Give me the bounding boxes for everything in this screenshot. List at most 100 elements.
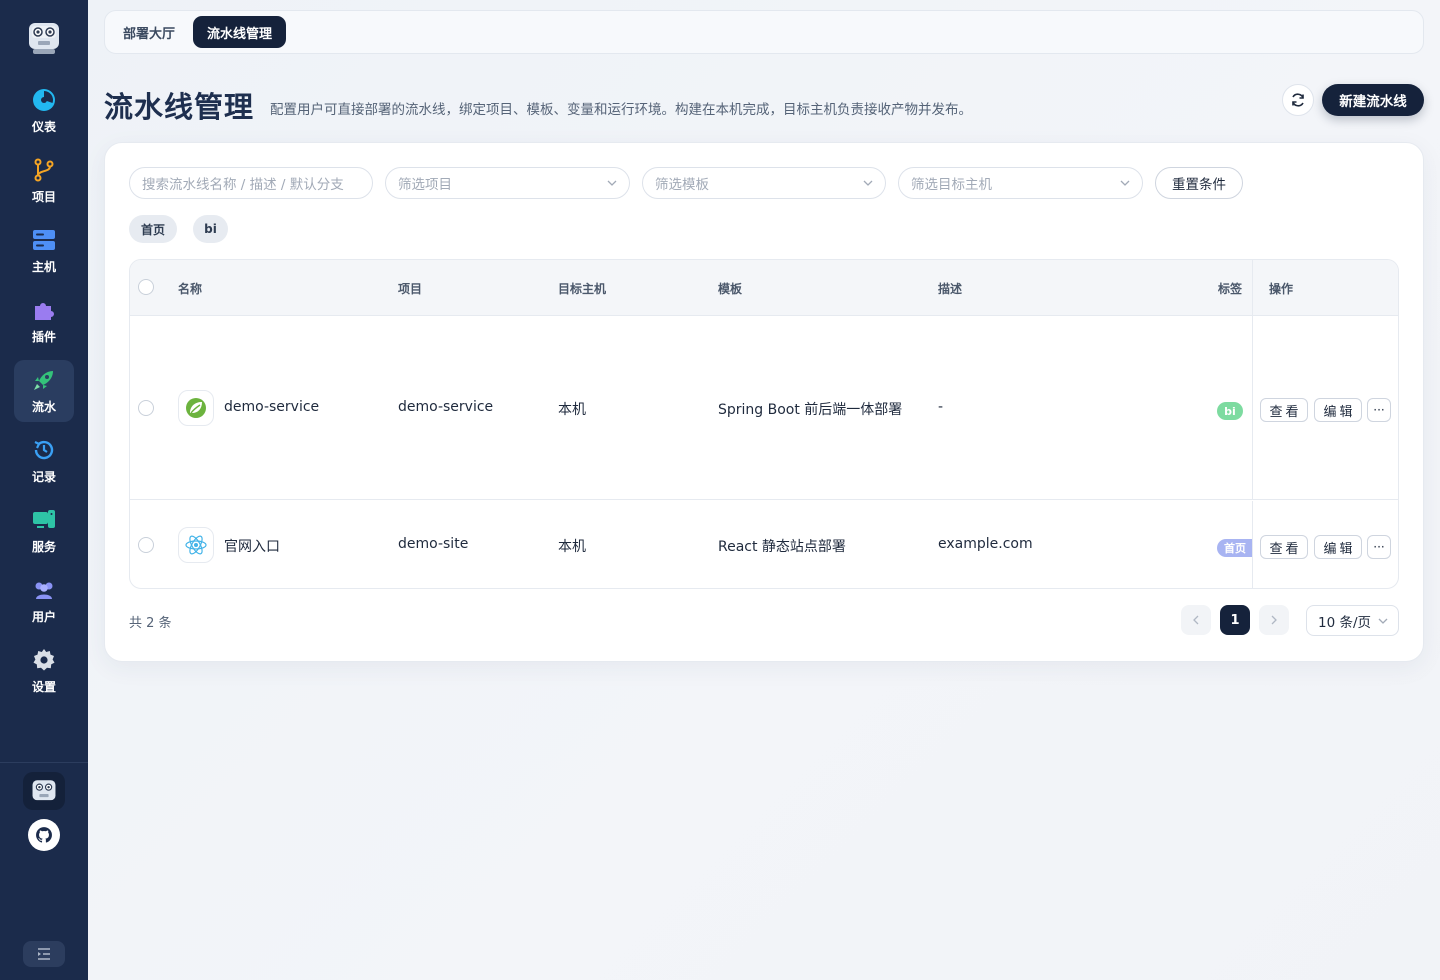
git-branch-icon xyxy=(32,158,56,182)
sidebar-item-records[interactable]: 记录 xyxy=(14,430,74,492)
sidebar-item-label: 流水 xyxy=(31,399,56,414)
project-cell: demo-site xyxy=(398,536,469,552)
tag-filter-chip[interactable]: bi xyxy=(193,215,228,243)
column-header: 操作 xyxy=(1269,282,1294,296)
host-cell: 本机 xyxy=(558,402,586,418)
chevron-down-icon xyxy=(863,180,873,186)
history-icon xyxy=(32,438,56,462)
sidebar-item-label: 项目 xyxy=(31,189,56,204)
column-header: 目标主机 xyxy=(558,282,607,296)
tab-pipeline-management[interactable]: 流水线管理 xyxy=(193,16,287,48)
puzzle-icon xyxy=(32,298,56,322)
tab-bar: 部署大厅 流水线管理 xyxy=(104,10,1424,54)
more-actions-button[interactable]: ··· xyxy=(1367,398,1391,422)
more-actions-button[interactable]: ··· xyxy=(1367,535,1391,559)
robot-logo-icon[interactable] xyxy=(25,18,63,56)
tag-filter-chip[interactable]: 首页 xyxy=(129,215,177,243)
prev-page-button[interactable] xyxy=(1181,605,1211,635)
github-icon[interactable] xyxy=(28,819,60,851)
services-icon xyxy=(32,508,56,532)
page-description: 配置用户可直接部署的流水线，绑定项目、模板、变量和运行环境。构建在本机完成，目标… xyxy=(270,102,972,118)
pie-chart-icon xyxy=(32,88,56,112)
template-cell: React 静态站点部署 xyxy=(718,539,846,555)
column-header: 项目 xyxy=(398,282,423,296)
sidebar-divider xyxy=(0,762,88,763)
view-button[interactable]: 查看 xyxy=(1260,398,1308,422)
table-row[interactable]: demo-service demo-service 本机 Spring Boot… xyxy=(130,316,1398,500)
search-input[interactable]: 搜索流水线名称 / 描述 / 默认分支 xyxy=(129,167,373,199)
next-page-button[interactable] xyxy=(1259,605,1289,635)
sidebar-item-settings[interactable]: 设置 xyxy=(14,640,74,702)
refresh-button[interactable] xyxy=(1282,84,1314,116)
description-cell: - xyxy=(938,399,944,415)
column-header: 标签 xyxy=(1218,282,1243,296)
chevron-left-icon xyxy=(1193,615,1199,625)
pipeline-table: 名称 项目 目标主机 模板 描述 标签 操作 demo-service demo… xyxy=(129,259,1399,589)
sidebar-item-label: 设置 xyxy=(31,679,56,694)
chevron-down-icon xyxy=(1378,618,1388,624)
sidebar-item-label: 用户 xyxy=(31,609,56,624)
column-divider xyxy=(1252,316,1253,499)
page-size-select[interactable]: 10 条/页 xyxy=(1306,605,1399,636)
description-cell: example.com xyxy=(938,536,1033,552)
select-all-checkbox[interactable] xyxy=(138,279,154,295)
table-header: 名称 项目 目标主机 模板 描述 标签 操作 xyxy=(130,260,1398,316)
sidebar-item-hosts[interactable]: 主机 xyxy=(14,220,74,282)
sidebar-item-services[interactable]: 服务 xyxy=(14,500,74,562)
sidebar-item-users[interactable]: 用户 xyxy=(14,570,74,632)
row-checkbox[interactable] xyxy=(138,537,154,553)
pipeline-name[interactable]: demo-service xyxy=(224,399,319,415)
sidebar-item-label: 主机 xyxy=(31,259,56,274)
tag-badge: 首页 xyxy=(1217,539,1253,557)
view-button[interactable]: 查看 xyxy=(1260,535,1308,559)
column-divider xyxy=(1252,501,1253,588)
sidebar: 仪表 项目 主机 插件 流水 记录 服务 用户 设置 xyxy=(0,0,88,980)
column-header: 模板 xyxy=(718,282,743,296)
avatar[interactable] xyxy=(23,772,65,810)
page-title: 流水线管理 xyxy=(104,90,255,124)
edit-button[interactable]: 编辑 xyxy=(1314,535,1362,559)
project-select[interactable]: 筛选项目 xyxy=(385,167,630,199)
project-cell: demo-service xyxy=(398,399,494,415)
project-placeholder: 筛选项目 xyxy=(398,177,452,193)
tab-deploy-hall[interactable]: 部署大厅 xyxy=(109,16,189,48)
new-pipeline-button[interactable]: 新建流水线 xyxy=(1322,84,1424,116)
chevron-right-icon xyxy=(1271,615,1277,625)
react-icon xyxy=(178,527,214,563)
collapse-sidebar-icon[interactable] xyxy=(23,941,65,967)
total-count: 共 2 条 xyxy=(129,616,172,631)
row-checkbox[interactable] xyxy=(138,400,154,416)
sidebar-item-label: 插件 xyxy=(31,329,56,344)
host-select[interactable]: 筛选目标主机 xyxy=(898,167,1143,199)
column-divider xyxy=(1252,260,1253,315)
pipeline-name[interactable]: 官网入口 xyxy=(224,536,280,556)
chevron-down-icon xyxy=(607,180,617,186)
page-size-value: 10 条/页 xyxy=(1318,614,1372,631)
host-cell: 本机 xyxy=(558,539,586,555)
sidebar-item-label: 记录 xyxy=(31,469,56,484)
sidebar-item-plugins[interactable]: 插件 xyxy=(14,290,74,352)
refresh-icon xyxy=(1292,93,1304,107)
edit-button[interactable]: 编辑 xyxy=(1314,398,1362,422)
pipeline-card: 搜索流水线名称 / 描述 / 默认分支 筛选项目 筛选模板 筛选目标主机 重置条… xyxy=(104,142,1424,662)
tag-badge: bi xyxy=(1217,402,1243,420)
column-header: 名称 xyxy=(178,282,203,296)
template-placeholder: 筛选模板 xyxy=(655,177,709,193)
sidebar-item-projects[interactable]: 项目 xyxy=(14,150,74,212)
column-header: 描述 xyxy=(938,282,963,296)
template-cell: Spring Boot 前后端一体部署 xyxy=(718,402,903,418)
gear-icon xyxy=(32,648,56,672)
sidebar-item-pipelines[interactable]: 流水 xyxy=(14,360,74,422)
page-number-button[interactable]: 1 xyxy=(1220,605,1250,635)
sidebar-nav: 仪表 项目 主机 插件 流水 记录 服务 用户 设置 xyxy=(14,80,74,702)
sidebar-item-label: 仪表 xyxy=(31,119,56,134)
users-icon xyxy=(32,578,56,602)
reset-filters-button[interactable]: 重置条件 xyxy=(1155,167,1243,199)
spring-leaf-icon xyxy=(178,390,214,426)
search-placeholder: 搜索流水线名称 / 描述 / 默认分支 xyxy=(142,177,344,193)
sidebar-item-dashboard[interactable]: 仪表 xyxy=(14,80,74,142)
template-select[interactable]: 筛选模板 xyxy=(642,167,886,199)
server-icon xyxy=(32,228,56,252)
table-row[interactable]: 官网入口 demo-site 本机 React 静态站点部署 example.c… xyxy=(130,501,1398,588)
host-placeholder: 筛选目标主机 xyxy=(911,177,992,193)
